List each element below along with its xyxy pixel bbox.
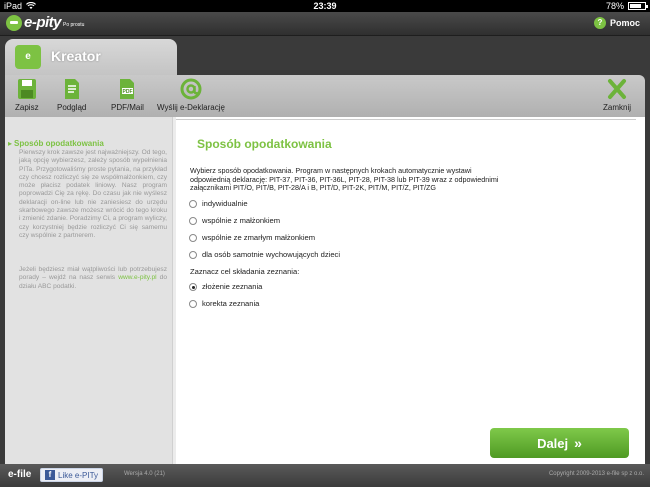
save-button[interactable]: Zapisz [15,78,39,112]
help-sidebar: ▸ Sposób opodatkowania Pierwszy krok zaws… [5,117,173,464]
option-with-deceased-spouse[interactable]: wspólnie ze zmarłym małżonkiem [189,233,315,242]
tab-kreator-label: Kreator [51,48,101,64]
next-button[interactable]: Dalej » [490,428,629,458]
sidebar-paragraph-1: Pierwszy krok zawsze jest najważniejszy.… [19,149,167,239]
brand-tagline: Po prostu [63,22,85,28]
option-individual[interactable]: indywidualnie [189,199,248,208]
tab-kreator[interactable]: e Kreator [5,39,177,77]
help-button[interactable]: ? Pomoc [593,17,640,29]
content-area: ▸ Sposób opodatkowania Pierwszy krok zaws… [5,117,645,464]
footer-brand: e-file [8,469,32,480]
tab-row: e Kreator [0,37,650,77]
radio-button[interactable] [189,250,197,259]
double-chevron-right-icon: » [574,435,582,451]
e-pity-link[interactable]: www.e-pity.pl [118,274,156,281]
app-header: e-pity Po prostu ? Pomoc [0,12,650,36]
pdf-icon: PDF [120,79,135,99]
svg-text:PDF: PDF [123,89,133,95]
brand-logo-icon [6,14,22,31]
option-single-parent[interactable]: dla osób samotnie wychowujących dzieci [189,250,340,259]
divider [176,117,636,120]
facebook-like-button[interactable]: f Like e-PITy [40,468,104,482]
footer: e-file f Like e-PITy Wersja 4.0 (21) Cop… [0,464,650,487]
sidebar-title: ▸ Sposób opodatkowania [8,139,104,148]
radio-button-checked[interactable] [189,282,197,291]
radio-button[interactable] [189,233,197,242]
chevron-right-icon: ▸ [8,139,13,148]
send-edeclaration-button[interactable]: Wyślij e-Deklarację [157,78,225,112]
close-x-icon [608,79,626,99]
preview-document-icon [64,79,79,99]
at-sign-icon [180,78,202,100]
radio-button[interactable] [189,216,197,225]
clock: 23:39 [313,1,337,11]
battery-percent: 78% [605,1,624,11]
preview-button[interactable]: Podgląd [57,78,86,112]
radio-button[interactable] [189,299,197,308]
option-with-spouse[interactable]: wspólnie z małżonkiem [189,216,280,225]
ios-status-bar: iPad 23:39 78% [0,0,650,12]
facebook-icon: f [45,470,55,480]
close-button[interactable]: Zamknij [603,78,631,112]
copyright-text: Copyright 2009-2013 e-file sp z o.o. [548,471,644,477]
pdf-mail-button[interactable]: PDF PDF/Mail [111,78,144,112]
brand-name: e-pity [24,14,62,31]
brand-logo: e-pity Po prostu [6,14,84,31]
option-filing[interactable]: złożenie zeznania [189,282,262,291]
kreator-icon: e [15,45,41,69]
toolbar: Zapisz Podgląd PDF PDF/Mail Wyślij e-Dek… [5,75,645,117]
version-text: Wersja 4.0 (21) [124,471,165,477]
battery-icon [628,2,648,10]
purpose-question: Zaznacz cel składania zeznania: [190,267,300,276]
sidebar-paragraph-2: Jeżeli będziesz miał wątpliwości lub pot… [19,266,168,290]
page-title: Sposób opodatkowania [197,137,332,151]
floppy-disk-icon [17,79,36,99]
radio-button[interactable] [189,199,197,208]
help-label: Pomoc [609,18,640,28]
option-correction[interactable]: korekta zeznania [189,299,259,308]
main-panel: Sposób opodatkowania Wybierz sposób opod… [176,117,645,464]
intro-text: Wybierz sposób opodatkowania. Program w … [190,166,499,193]
help-icon: ? [593,17,606,29]
